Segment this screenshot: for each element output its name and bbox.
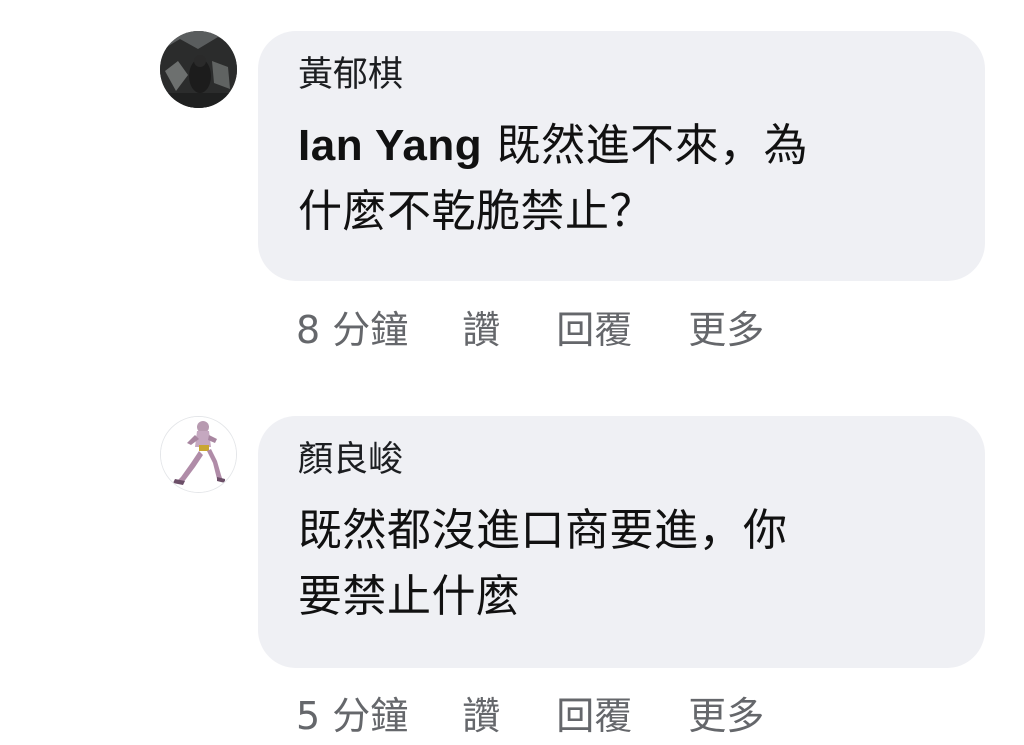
avatar[interactable]: [160, 31, 237, 108]
comment-timestamp[interactable]: 5 分鐘: [296, 685, 408, 740]
reply-button[interactable]: 回覆: [556, 299, 632, 354]
comment-author[interactable]: 黃郁棋: [298, 49, 949, 101]
comment-text-line-1: 既然進不來，為: [482, 120, 809, 171]
reply-button[interactable]: 回覆: [556, 685, 632, 740]
like-button[interactable]: 讚: [462, 685, 500, 740]
comment-text: Ian Yang 既然進不來，為 什麼不乾脆禁止？: [298, 113, 949, 245]
comment-text: 既然都沒進口商要進，你 要禁止什麼: [298, 498, 949, 630]
more-button[interactable]: 更多: [688, 299, 764, 354]
comment-timestamp[interactable]: 8 分鐘: [296, 299, 408, 354]
like-button[interactable]: 讚: [462, 299, 500, 354]
avatar-character-icon: [161, 417, 236, 492]
comment-text-line-2: 什麼不乾脆禁止？: [298, 186, 654, 237]
more-button[interactable]: 更多: [688, 685, 764, 740]
comment-bubble: 黃郁棋 Ian Yang 既然進不來，為 什麼不乾脆禁止？: [258, 31, 985, 281]
comment-actions: 8 分鐘 讚 回覆 更多: [296, 296, 764, 356]
comment-text-line-1: 既然都沒進口商要進，你: [298, 505, 788, 556]
avatar-photo-icon: [160, 31, 237, 108]
avatar[interactable]: [160, 416, 237, 493]
mention-link[interactable]: Ian Yang: [298, 121, 482, 170]
comment-bubble: 顏良峻 既然都沒進口商要進，你 要禁止什麼: [258, 416, 985, 668]
comment-text-line-2: 要禁止什麼: [298, 571, 521, 622]
comment-actions: 5 分鐘 讚 回覆 更多: [296, 682, 764, 742]
comment-author[interactable]: 顏良峻: [298, 434, 949, 486]
